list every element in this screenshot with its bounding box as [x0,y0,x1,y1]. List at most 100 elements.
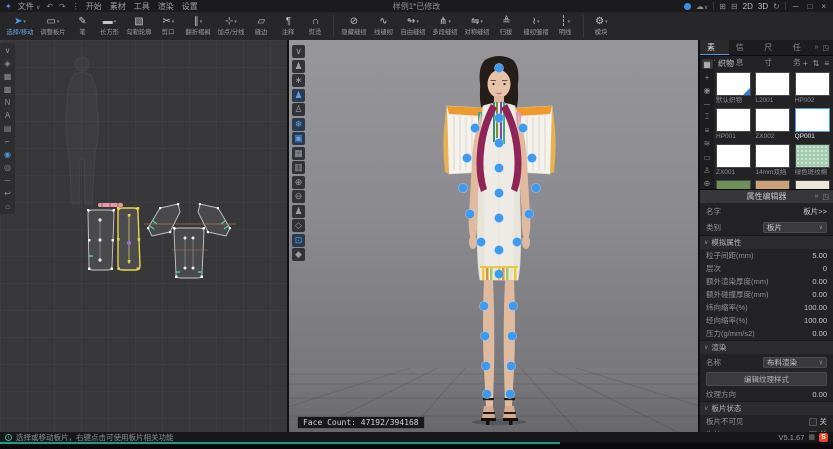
fabric-swatch[interactable]: QP001 [795,108,830,141]
category-dropdown[interactable]: 板片 ∨ [763,222,827,233]
toolbar-tool[interactable]: ▬▾ 长方形 [96,13,123,39]
more-menu-icon[interactable]: ⋮ [72,2,80,11]
fabric-fill-icon[interactable]: ▩ [2,84,13,95]
section-render[interactable]: 渲染 [711,342,726,353]
hardware-library-icon[interactable]: ⌶ [702,112,713,122]
toolbar-tool[interactable]: ↬▾ 自由缝纫 [397,13,429,39]
menu-item[interactable]: 工具 [134,1,150,12]
show-avatar-icon[interactable]: ♟ [292,60,305,73]
topstitch-library-icon[interactable]: ≋ [702,139,713,149]
panel-tab[interactable]: 任务 [786,40,815,55]
fabric-swatch[interactable]: 默认织物 [716,72,751,105]
chevron-down-icon[interactable]: ∨ [704,344,708,351]
toolbar-tool[interactable]: ∩▾ 熨烫 [302,13,329,39]
fabric-swatch[interactable]: L2001 [755,72,790,105]
toolbar-tool[interactable]: ⇋▾ 对称缝纫 [461,13,493,39]
layer-display-icon[interactable]: ▤ [2,123,13,134]
list-view-icon[interactable]: ≡ [824,59,829,68]
fabric-swatch[interactable] [716,180,751,190]
maximize-button[interactable]: □ [805,2,814,11]
pattern-piece-back[interactable] [173,227,205,278]
toolbar-tool[interactable]: ⊘▾ 隐藏缝纫 [338,13,370,39]
toggle-checkbox[interactable] [809,418,817,426]
toolbar-tool[interactable]: ▧▾ 勾勒轮廓 [123,13,155,39]
fabric-swatch[interactable]: HP001 [716,108,751,141]
fabric-swatch[interactable]: ZX001 [716,144,751,177]
toolbar-tool[interactable]: ▱▾ 缝边 [248,13,275,39]
fabric-swatch[interactable]: ZX002 [755,108,790,141]
toolbar-tool[interactable]: ┆▾ 明线 [552,13,579,39]
fabric-library-icon[interactable]: ▦ [702,59,713,69]
collapse-2d-toolbar-icon[interactable]: ∨ [2,45,13,56]
stitch-library-icon[interactable]: ≡ [702,125,713,135]
chevron-down-icon[interactable]: ∨ [704,405,708,412]
toolbar-tool[interactable]: ⊹▾ 加点/分线 [214,13,248,39]
zipper-library-icon[interactable]: ─ [702,99,713,109]
view-3d-button[interactable]: 3D [758,2,768,11]
textured-surface-icon[interactable]: ▣ [292,132,305,145]
baseline-icon[interactable]: ─ [2,175,13,186]
menu-item[interactable]: 开始 [86,1,102,12]
avatar-joints-icon[interactable]: ∗ [292,74,305,87]
property-expand-icon[interactable]: ◳ [822,193,829,201]
menu-file[interactable]: 文件 ∨ [18,1,41,12]
minimize-button[interactable]: ─ [791,2,801,11]
selected-point[interactable] [127,241,131,245]
toolbar-tool[interactable]: ∿▾ 线缝纫 [370,13,397,39]
avatar-library-icon[interactable]: ♙ [702,165,713,175]
curve-edit-icon[interactable]: ↩ [2,188,13,199]
fabric-swatch[interactable] [795,180,830,190]
edit-texture-button[interactable]: 编辑纹理样式 [706,372,827,386]
toolbar-tool[interactable]: ⋔▾ 多段缝纫 [429,13,461,39]
freeze-icon[interactable]: ❄ [292,118,305,131]
grid-toggle-icon[interactable]: ▦ [2,71,13,82]
sort-icon[interactable]: ⇅ [813,59,820,68]
toolbar-tool[interactable]: ✎▾ 笔 [69,13,96,39]
toolbar-tool[interactable]: ✂▾ 剪口 [155,13,182,39]
render-mode-dropdown[interactable]: 布料渲染 ∨ [763,357,827,368]
name-value[interactable]: 板片>> [803,206,827,217]
fit-garment-icon[interactable]: ⊡ [292,234,305,247]
view-2d-button[interactable]: 2D [743,2,753,11]
avatar-measure-icon[interactable]: ♙ [292,103,305,116]
layout-split-icon[interactable]: ⊞ [719,2,726,11]
refresh-icon[interactable]: ↻ [773,2,780,11]
strain-view-icon[interactable]: ▥ [292,161,305,174]
collapse-3d-toolbar-icon[interactable]: ∨ [292,45,305,58]
viewport-3d[interactable]: ∨♟∗♟♙❄▣▦▥⊕⊖♟◇⊡◆ [289,40,700,432]
section-state[interactable]: 板片状态 [711,403,741,414]
chevron-down-icon[interactable]: ∨ [704,239,708,246]
scene-library-icon[interactable]: ⊕ [702,179,713,189]
menu-item[interactable]: 设置 [182,1,198,12]
silhouette-icon[interactable]: ⌂ [2,201,13,212]
mesh-view-icon[interactable]: ▦ [292,147,305,160]
pattern-2d-viewport[interactable]: ∨◈▦▩NA▤⌐◉◎─↩⌂ [0,40,289,432]
snap-icon[interactable]: ◈ [2,58,13,69]
toolbar-tool[interactable]: ∥▾ 翻折褶裥 [182,13,214,39]
panel-tab[interactable]: 素材 [700,40,729,55]
toolbar-tool[interactable]: ¶▾ 注释 [275,13,302,39]
avatar-3d[interactable] [437,54,562,426]
tape-measure-icon[interactable]: ♟ [292,205,305,218]
section-simulation[interactable]: 模拟属性 [711,237,741,248]
show-points-icon[interactable]: ◉ [2,149,13,160]
seam-display-icon[interactable]: ⌐ [2,136,13,147]
panel-tab[interactable]: 尺寸 [757,40,786,55]
redo-icon[interactable]: ↷ [59,2,66,11]
fabric-swatch[interactable] [755,180,790,190]
menu-item[interactable]: 渲染 [158,1,174,12]
property-overflow-icon[interactable]: » [814,193,818,201]
pattern-pieces[interactable] [78,198,240,282]
toolbar-tool[interactable]: ⚙▾ 模块 [588,13,615,39]
avatar-pose-icon[interactable]: ♟ [292,89,305,102]
close-button[interactable]: × [819,2,828,11]
button-library-icon[interactable]: ◉ [702,86,713,96]
pattern-piece-selected[interactable] [117,207,140,270]
texture-direction-value[interactable]: 0.00 [812,390,827,399]
fabric-swatch[interactable]: 14mm双绉 [755,144,790,177]
brand-logo-icon[interactable]: S [819,433,828,442]
add-pin-icon[interactable]: ⊕ [292,176,305,189]
toolbar-tool[interactable]: ➤▾ 选择/移动 [3,13,37,39]
remove-pin-icon[interactable]: ⊖ [292,190,305,203]
fabric-swatch[interactable]: HP002 [795,72,830,105]
